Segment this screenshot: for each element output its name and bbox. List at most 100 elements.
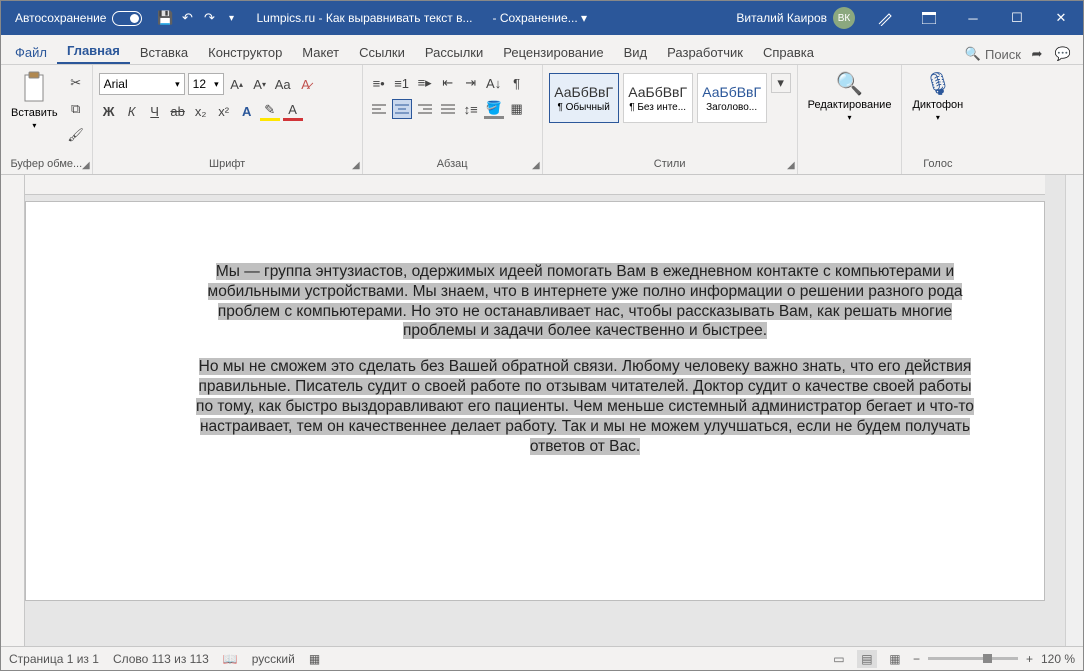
read-mode-icon[interactable]: ▭ [829,650,849,668]
vertical-scrollbar[interactable] [1065,175,1083,646]
text-effects-icon[interactable]: A [237,101,257,121]
tab-file[interactable]: Файл [5,39,57,64]
tab-mailings[interactable]: Рассылки [415,39,493,64]
group-label: Стили [549,156,791,174]
tab-developer[interactable]: Разработчик [657,39,753,64]
cut-icon[interactable]: ✂ [66,73,86,93]
undo-icon[interactable]: ↶ [178,9,196,27]
bullets-icon[interactable]: ≡• [369,73,389,93]
group-clipboard: Вставить ▾ ✂ ⧉ 🖌 Буфер обме... ◢ [1,65,93,174]
change-case-icon[interactable]: Aa [273,74,293,94]
document-page[interactable]: Мы — группа энтузиастов, одержимых идеей… [25,201,1045,601]
page-status[interactable]: Страница 1 из 1 [9,652,99,666]
italic-button[interactable]: К [122,101,142,121]
font-size-combo[interactable]: 12▾ [188,73,224,95]
tab-insert[interactable]: Вставка [130,39,198,64]
editing-button[interactable]: 🔍 Редактирование ▾ [804,69,896,124]
paste-label: Вставить [11,107,58,119]
shrink-font-icon[interactable]: A▾ [250,74,270,94]
justify-icon[interactable] [438,99,458,119]
editing-label: Редактирование [808,99,892,111]
selected-text[interactable]: Но мы не сможем это сделать без Вашей об… [196,358,974,454]
web-layout-icon[interactable]: ▦ [885,650,905,668]
qat-more-icon[interactable]: ▾ [222,9,240,27]
group-label: Шрифт [99,156,356,174]
show-marks-icon[interactable]: ¶ [507,73,527,93]
launcher-icon[interactable]: ◢ [787,160,795,171]
grow-font-icon[interactable]: A▴ [227,74,247,94]
dictate-button[interactable]: 🎙 Диктофон ▾ [908,69,967,124]
paste-button[interactable]: Вставить ▾ [7,69,62,132]
numbering-icon[interactable]: ≡1 [392,73,412,93]
maximize-button[interactable]: ☐ [995,1,1039,35]
group-voice: 🎙 Диктофон ▾ Голос [902,65,973,174]
save-icon[interactable]: 💾 [156,9,174,27]
align-center-icon[interactable] [392,99,412,119]
styles-more-icon[interactable]: ▾ [771,73,791,93]
minimize-button[interactable]: ─ [951,1,995,35]
chevron-down-icon: ▾ [32,121,36,130]
redo-icon[interactable]: ↷ [200,9,218,27]
tab-references[interactable]: Ссылки [349,39,415,64]
copy-icon[interactable]: ⧉ [66,99,86,119]
ribbon-display-icon[interactable] [907,1,951,35]
strike-button[interactable]: ab [168,101,188,121]
borders-icon[interactable]: ▦ [507,99,527,119]
draw-icon[interactable] [863,1,907,35]
bold-button[interactable]: Ж [99,101,119,121]
clear-format-icon[interactable]: A̷ [296,74,316,94]
launcher-icon[interactable]: ◢ [82,160,90,171]
autosave-toggle[interactable] [112,11,142,26]
zoom-level[interactable]: 120 % [1041,652,1075,666]
saving-status[interactable]: - Сохранение... ▾ [483,11,598,25]
ribbon-tabs: Файл Главная Вставка Конструктор Макет С… [1,35,1083,65]
increase-indent-icon[interactable]: ⇥ [461,73,481,93]
vertical-ruler[interactable] [1,175,25,646]
tab-home[interactable]: Главная [57,37,130,64]
shading-icon[interactable]: 🪣 [484,99,504,119]
user-account[interactable]: Виталий Каиров ВК [728,7,863,29]
line-spacing-icon[interactable]: ↕≡ [461,99,481,119]
font-name-combo[interactable]: Arial▾ [99,73,185,95]
zoom-in-icon[interactable]: + [1026,652,1033,666]
macros-icon[interactable]: ▦ [309,652,320,666]
font-color-icon[interactable]: A [283,101,303,121]
sort-icon[interactable]: A↓ [484,73,504,93]
search-icon: 🔍 [965,46,981,62]
language-status[interactable]: русский [252,652,295,666]
spell-check-icon[interactable]: 📖 [223,652,238,666]
print-layout-icon[interactable]: ▤ [857,650,877,668]
horizontal-ruler[interactable] [25,175,1045,195]
user-name: Виталий Каиров [736,11,827,25]
close-button[interactable]: ✕ [1039,1,1083,35]
subscript-icon[interactable]: x₂ [191,101,211,121]
style-normal[interactable]: АаБбВвГ ¶ Обычный [549,73,619,123]
selected-text[interactable]: Мы — группа энтузиастов, одержимых идеей… [208,263,963,339]
comments-icon[interactable]: 💬 [1053,44,1073,64]
launcher-icon[interactable]: ◢ [532,160,540,171]
style-nospacing[interactable]: АаБбВвГ ¶ Без инте... [623,73,693,123]
microphone-icon: 🎙 [924,71,952,97]
share-icon[interactable]: ➦ [1027,44,1047,64]
tab-review[interactable]: Рецензирование [493,39,613,64]
status-bar: Страница 1 из 1 Слово 113 из 113 📖 русск… [1,646,1083,670]
align-left-icon[interactable] [369,99,389,119]
tab-layout[interactable]: Макет [292,39,349,64]
tab-design[interactable]: Конструктор [198,39,292,64]
tab-view[interactable]: Вид [614,39,658,64]
style-heading1[interactable]: АаБбВвГ Заголово... [697,73,767,123]
search-box[interactable]: 🔍 Поиск [965,46,1021,62]
multilevel-icon[interactable]: ≡▸ [415,73,435,93]
format-painter-icon[interactable]: 🖌 [66,125,86,145]
tab-help[interactable]: Справка [753,39,824,64]
launcher-icon[interactable]: ◢ [352,160,360,171]
zoom-out-icon[interactable]: − [913,652,920,666]
highlight-icon[interactable]: ✎ [260,101,280,121]
align-right-icon[interactable] [415,99,435,119]
word-count[interactable]: Слово 113 из 113 [113,652,209,666]
search-label: Поиск [985,47,1021,62]
underline-button[interactable]: Ч [145,101,165,121]
decrease-indent-icon[interactable]: ⇤ [438,73,458,93]
superscript-icon[interactable]: x² [214,101,234,121]
zoom-slider[interactable] [928,657,1018,660]
